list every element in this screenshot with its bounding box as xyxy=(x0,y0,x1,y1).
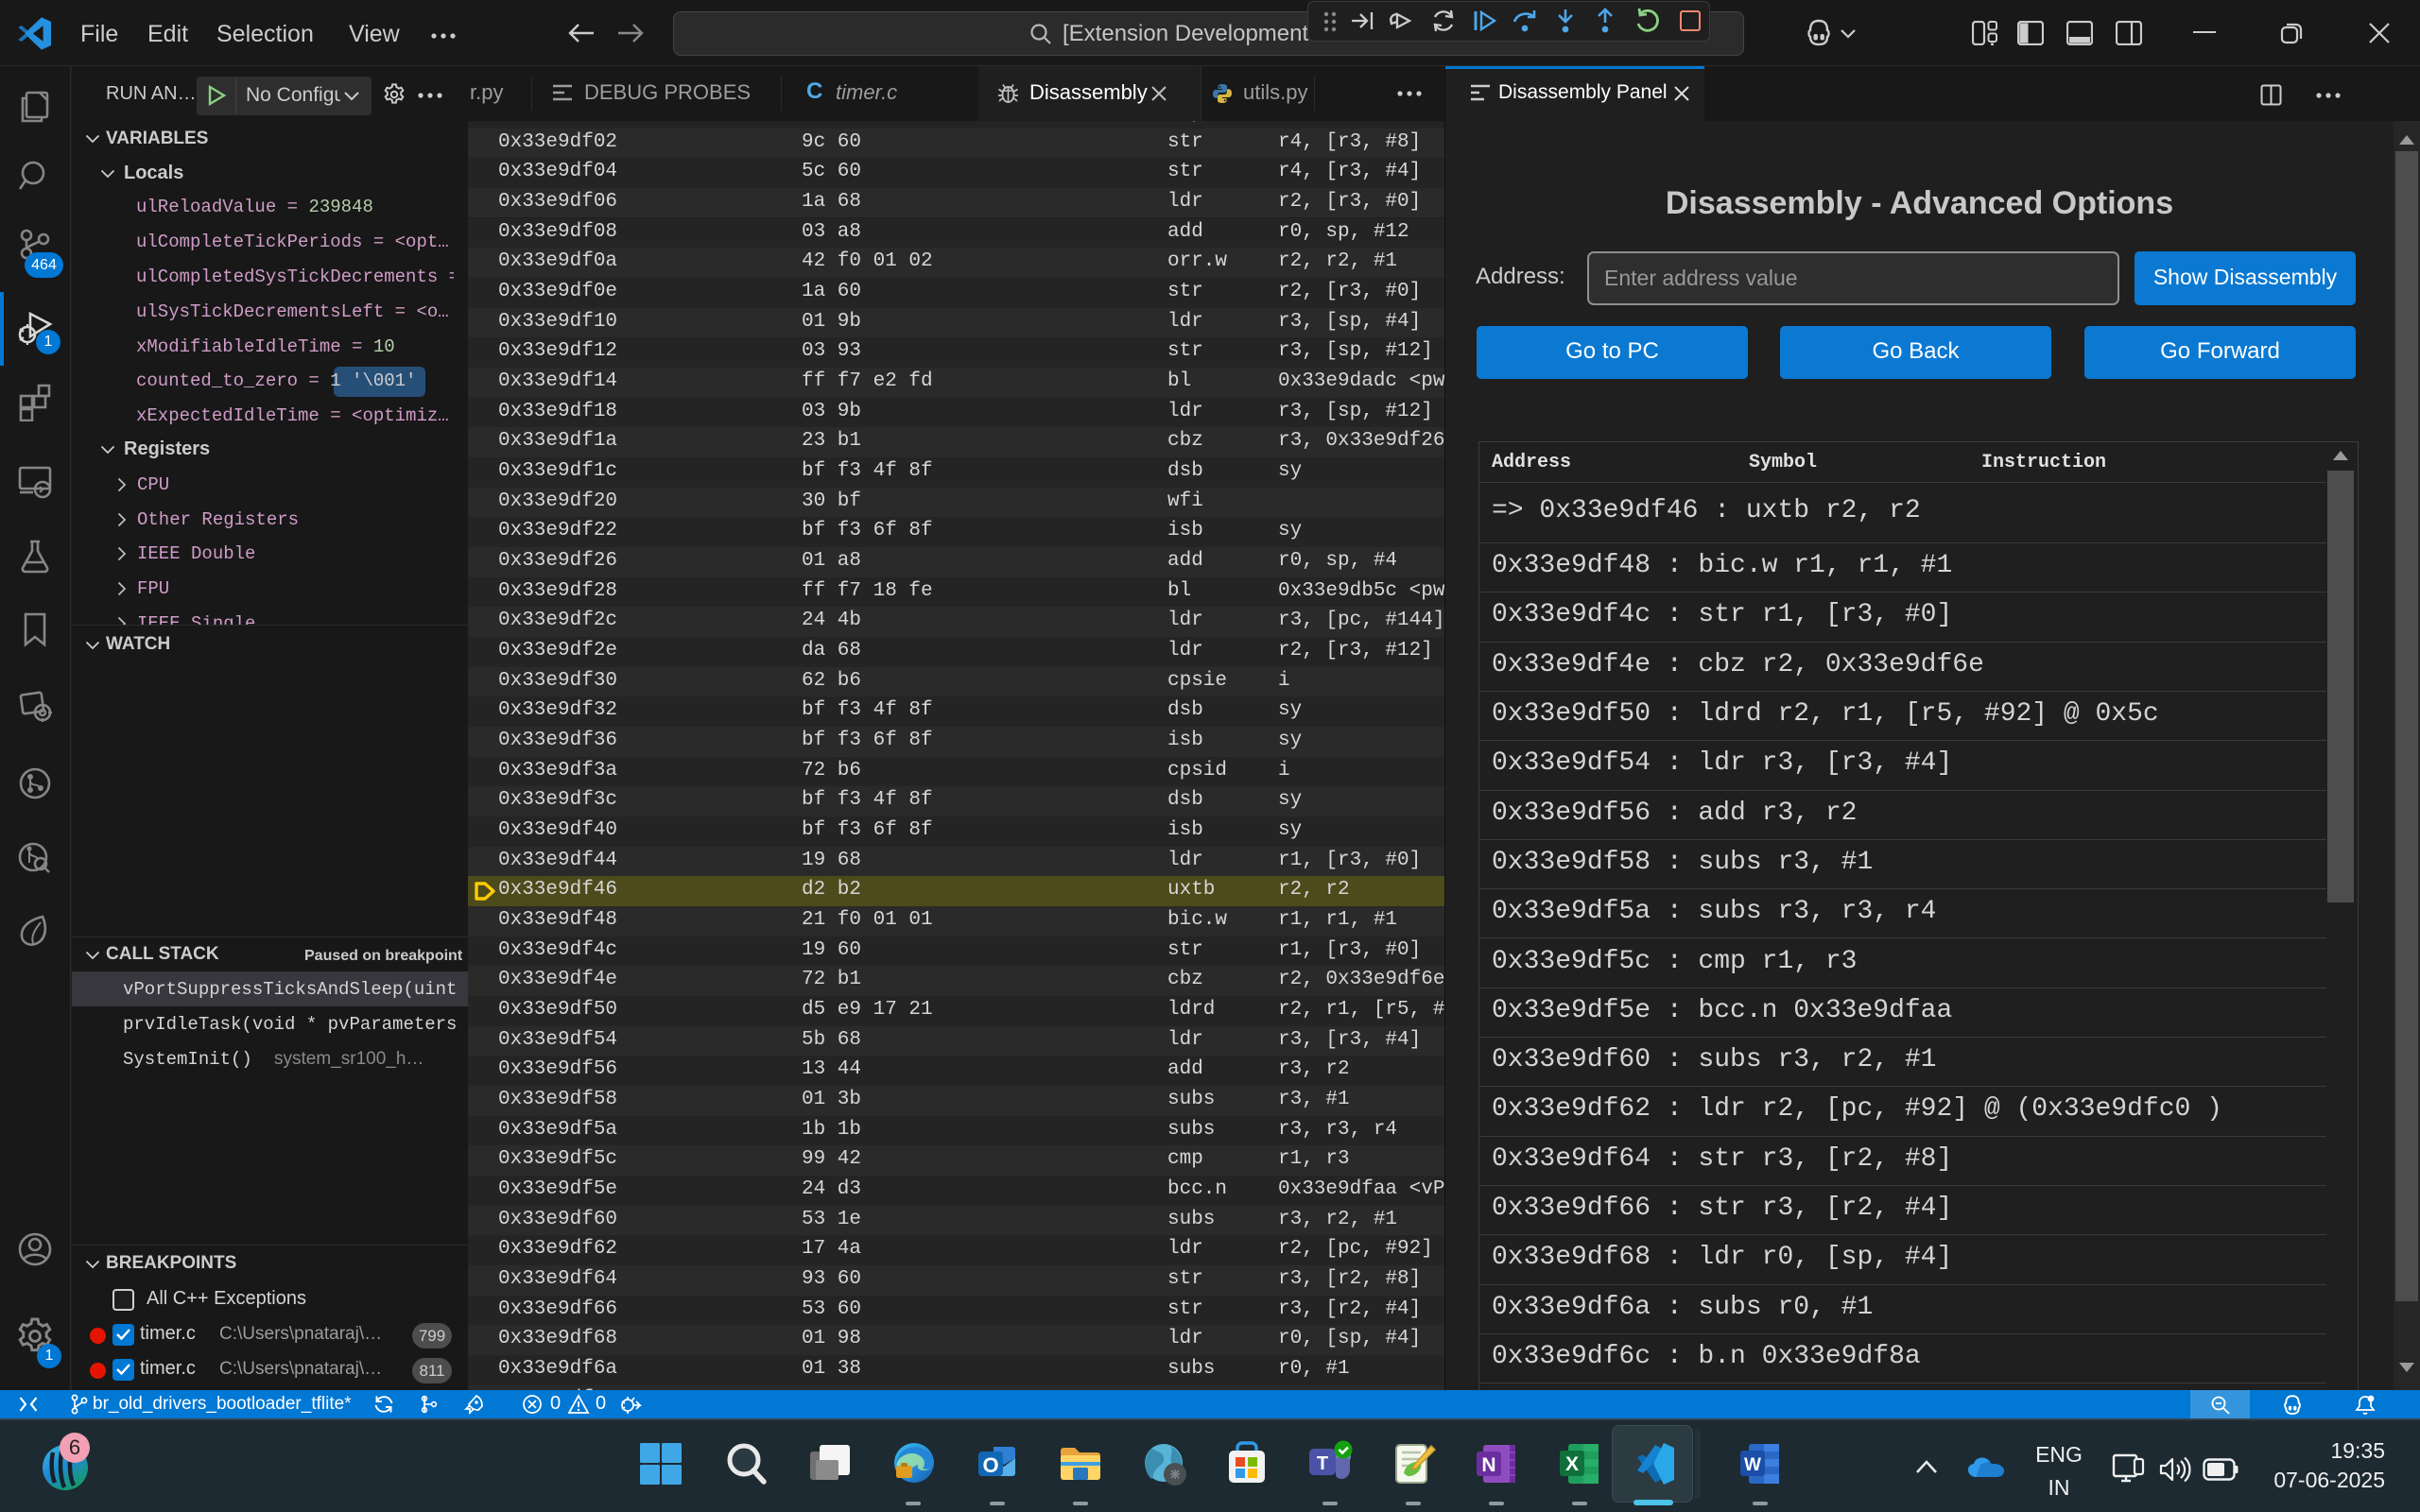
svg-text:6: 6 xyxy=(69,1435,80,1459)
svg-text:X: X xyxy=(1565,1453,1579,1475)
svg-text:W: W xyxy=(1744,1455,1761,1475)
svg-text:O: O xyxy=(982,1453,998,1477)
svg-text:N: N xyxy=(1481,1454,1495,1476)
svg-text:T: T xyxy=(1317,1453,1328,1474)
